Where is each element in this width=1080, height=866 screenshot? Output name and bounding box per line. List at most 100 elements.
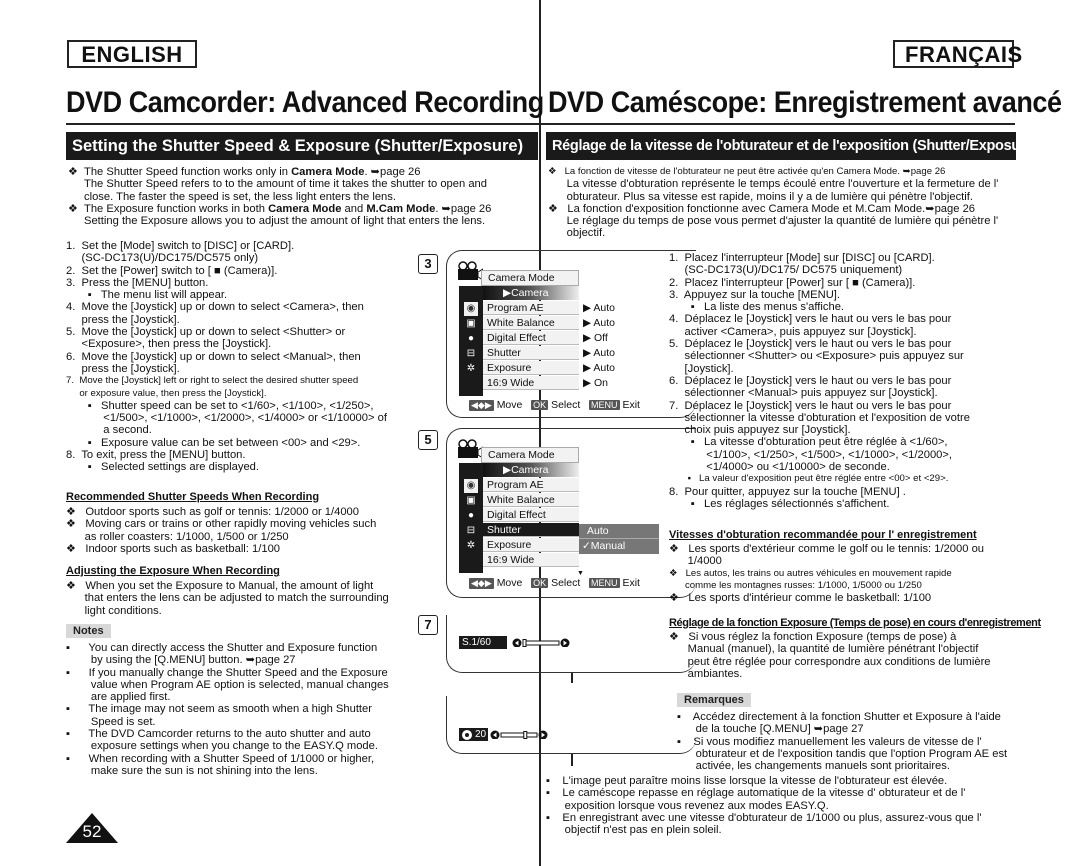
menu-item[interactable]: White Balance [483,316,579,330]
intro-french: ❖ La fonction de vitesse de l'obturateur… [548,166,998,240]
steps-english: 1. Set the [Mode] switch to [DISC] or [C… [66,240,387,474]
menu-item[interactable]: White Balance [483,493,579,507]
step-line: 5. Move the [Joystick] up or down to sel… [66,326,346,339]
note-item: Speed is set. [66,715,156,728]
camera-tab-icon: ◉ [464,302,478,316]
scroll-down-icon[interactable]: ▼ [577,570,584,577]
recommended-item: ❖ Outdoor sports such as golf or tennis:… [66,506,359,518]
note-item: exposure settings when you change to the… [66,740,378,753]
menu-item[interactable]: Exposure [483,361,579,375]
shutter-slider[interactable] [511,637,571,647]
intro-line: obturateur. Plus sa vitesse est rapide, … [548,190,973,203]
page-title-french: DVD Caméscope: Enregistrement avancé [548,86,1062,119]
camcorder-icon [458,261,483,281]
intro-line-1: ❖ The Shutter Speed function works only i… [68,166,421,178]
exposure-heading-english: Adjusting the Exposure When Recording [66,565,280,577]
notes-list-english: ▪ You can directly access the Shutter an… [66,642,389,777]
menu-item[interactable]: Shutter [483,346,579,360]
step-line: 3. Appuyez sur la touche [MENU]. [669,288,841,301]
settings-tab-icon: ✲ [466,540,476,551]
menu-item[interactable]: Program AE [483,478,579,492]
intro-line: ❖ La fonction de vitesse de l'obturateur… [548,166,946,177]
recommended-list-french: ❖ Les sports d'extérieur comme le golf o… [669,543,984,604]
recommended-heading-english: Recommended Shutter Speeds When Recordin… [66,491,320,503]
notes-right-french: ▪ Accédez directement à la fonction Shut… [677,711,1007,772]
screen-step-7-exposure: 20 [446,696,696,754]
title-rule [66,123,540,125]
note-item: ▪ Le caméscope repasse en réglage automa… [546,787,966,800]
recommended-item: ❖ Moving cars or trains or other rapidly… [66,518,377,531]
exposure-item: ❖ When you set the Exposure to Manual, t… [66,580,374,592]
shutter-speed-readout: S.1/60 [459,636,507,649]
recommended-item: ❖ Les autos, les trains ou autres véhicu… [669,567,952,579]
recommended-item: comme les montagnes russes: 1/1000, 1/50… [669,579,922,591]
menu-item[interactable]: Digital Effect [483,508,579,522]
step-line: press the [Joystick]. [66,362,180,375]
menu-item-value: ▶ Auto [583,302,616,314]
recommended-list-english: ❖ Outdoor sports such as golf or tennis:… [66,506,376,555]
recommended-item: ❖ Les sports d'intérieur comme le basket… [669,592,932,605]
section-title-english: Setting the Shutter Speed & Exposure (Sh… [66,132,538,160]
camcorder-icon [458,439,483,459]
menu-item[interactable]: 16:9 Wide [483,553,579,567]
intro-line: La vitesse d'obturation représente le te… [548,178,999,191]
settings-tab-icon: ✲ [466,363,476,374]
screen-step-7-shutter: S.1/60 [446,615,696,673]
step-line: ▪ Exposure value can be set between <00>… [66,436,361,449]
menu-item[interactable]: Program AE [483,301,579,315]
tv-tab-icon: ⊟ [466,348,476,359]
step-line: ▪ La valeur d'exposition peut être réglé… [669,473,949,485]
page-number: 52 [82,822,102,841]
note-item: are applied first. [66,691,171,704]
step-line: 7. Déplacez le [Joystick] vers le haut o… [669,399,952,412]
step-line: ▪ Shutter speed can be set to <1/60>, <1… [66,399,374,412]
screen-step-5: Camera Mode ▶Camera Program AE White Bala… [446,428,696,598]
menu-item-value: ▶ Auto [583,347,616,359]
menu-submenu-title[interactable]: ▶Camera [483,286,579,300]
step-line: ▪ The menu list will appear. [66,289,228,302]
note-item: ▪ The DVD Camcorder returns to the auto … [66,728,371,741]
step-line: a second. [66,424,152,437]
intro-line-5: Setting the Exposure allows you to adjus… [84,215,486,228]
exposure-list-english: ❖ When you set the Exposure to Manual, t… [66,580,389,617]
recommended-heading-french: Vitesses d'obturation recommandée pour l… [669,529,977,541]
disc-tab-icon: ● [467,333,475,344]
note-item: de la touche [Q.MENU] ➥page 27 [677,723,864,736]
option-auto[interactable]: Auto [579,524,659,539]
exposure-slider[interactable] [489,729,549,739]
menu-item[interactable]: Shutter [483,523,579,537]
intro-line: objectif. [548,227,606,240]
menu-item[interactable]: Digital Effect [483,331,579,345]
step-line: 4. Move the [Joystick] up or down to sel… [66,301,364,314]
ok-button-icon: OK [531,578,549,588]
menu-item-value: ▶ On [583,377,608,389]
move-hint: Move [496,577,523,589]
exit-hint: Exit [622,399,640,411]
step-line: 6. Move the [Joystick] up or down to sel… [66,350,361,363]
step-line: sélectionner la vitesse d'obturation et … [669,411,970,424]
note-item: ▪ L'image peut paraître moins lisse lors… [546,775,948,787]
step-line: <Exposure>, then press the [Joystick]. [66,338,272,351]
camera-tab-icon: ◉ [464,479,478,493]
note-item: ▪ If you manually change the Shutter Spe… [66,666,388,679]
step-line: 1. Placez l'interrupteur [Mode] sur [DIS… [669,252,935,264]
step-line: 1. Set the [Mode] switch to [DISC] or [C… [66,240,295,252]
step-line: sélectionner <Shutter> ou <Exposure> pui… [669,350,964,363]
step-badge-7: 7 [418,615,438,635]
step-line: (SC-DC173(U)/DC175/DC575 only) [66,252,259,265]
aperture-icon [462,730,472,740]
step-line: <1/500>, <1/1000>, <1/2000>, <1/4000> or… [66,412,387,425]
notes-bottom-french: ▪ L'image peut paraître moins lisse lors… [546,775,982,836]
screen-step-3: Camera Mode ▶Camera Program AE ▶ Auto Whit… [446,250,696,418]
note-item: value when Program AE option is selected… [66,678,389,691]
menu-item[interactable]: 16:9 Wide [483,376,579,390]
intro-line: Le réglage du temps de pose vous permet … [548,215,999,228]
menu-submenu-title[interactable]: ▶Camera [483,463,579,477]
connector-line [571,754,573,766]
step-line: 7. Move the [Joystick] left or right to … [66,375,359,387]
option-manual[interactable]: ✓Manual [579,539,659,554]
menu-button-icon: MENU [589,578,620,588]
step-line: 8. To exit, press the [MENU] button. [66,449,246,462]
menu-item[interactable]: Exposure [483,538,579,552]
notes-label-french: Remarques [677,693,751,707]
